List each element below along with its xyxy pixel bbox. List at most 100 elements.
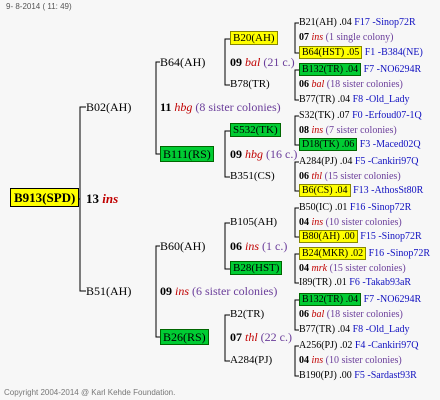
gen4-a-21: A256(PJ) .02 [299, 340, 353, 351]
gen4-b-3: F7 -NO6294R [363, 64, 422, 75]
gen4-sis-10: (15 sister colonies) [324, 171, 401, 182]
gen3-node-3[interactable]: B351(CS) [230, 170, 275, 183]
gen4-num-10: 06 [299, 171, 309, 182]
gen4-row-23[interactable]: B190(PJ) .00 F5 -Sardast93R [299, 370, 417, 382]
gen2-node-1[interactable]: B111(RS) [160, 146, 214, 162]
gen2-details-3: 07 thl (22 c.) [230, 330, 292, 344]
gen4-row-16: 04 mrk (15 sister colonies) [299, 263, 406, 275]
gen4-b-17: F6 -Takab93aR [349, 277, 412, 288]
gen4-b-21: F4 -Cankiri97Q [354, 340, 419, 351]
gen4-b-11: F13 -AthosSt80R [353, 185, 424, 196]
gen4-row-1: 07 ins (1 single colony) [299, 32, 393, 44]
gen4-row-18[interactable]: B132(TR) .04 F7 -NO6294R [299, 293, 422, 306]
gen4-a-12: B50(IC) .01 [299, 202, 348, 213]
gen4-ins-22: ins [311, 355, 324, 366]
gen4-row-0[interactable]: B21(AH) .04 F17 -Sinop72R [299, 17, 416, 29]
gen3-node-2[interactable]: S532(TK) [230, 123, 281, 137]
gen4-ins-13: ins [311, 217, 324, 228]
root-details: 13 ins [86, 191, 118, 207]
gen4-a-0: B21(AH) .04 [299, 17, 352, 28]
gen4-row-17[interactable]: I89(TR) .01 F6 -Takab93aR [299, 277, 411, 289]
gen2-node-2[interactable]: B60(AH) [160, 239, 205, 253]
gen2-sis-0: (21 c.) [263, 55, 295, 69]
gen4-row-7: 08 ins (7 sister colonies) [299, 125, 397, 137]
gen4-num-13: 04 [299, 217, 309, 228]
gen4-ins-19: bal [311, 309, 325, 320]
gen4-a-8: D18(TK) .06 [302, 139, 355, 150]
gen3-label-2: S532(TK) [230, 123, 281, 137]
gen2-ins-1: hbg [245, 147, 263, 161]
gen3-node-0[interactable]: B20(AH) [230, 31, 278, 45]
gen4-row-14[interactable]: B80(AH) .00 F15 -Sinop72R [299, 230, 422, 243]
gen4-a-17: I89(TR) .01 [299, 277, 347, 288]
gen4-b-12: F16 -Sinop72R [349, 202, 412, 213]
gen4-a-5: B77(TR) .04 [299, 94, 351, 105]
root-ins: ins [102, 191, 119, 206]
gen4-a-15: B24(MKR) .02 [302, 248, 364, 259]
gen4-row-21[interactable]: A256(PJ) .02 F4 -Cankiri97Q [299, 340, 418, 352]
gen2-num-0: 09 [230, 55, 242, 69]
gen4-row-12[interactable]: B50(IC) .01 F16 -Sinop72R [299, 202, 411, 214]
gen4-a-3: B132(TR) .04 [302, 64, 359, 75]
gen4-a-20: B77(TR) .04 [299, 324, 351, 335]
gen4-sis-19: (18 sister colonies) [326, 309, 403, 320]
gen4-row-13: 04 ins (10 sister colonies) [299, 217, 402, 229]
gen1-node-1[interactable]: B51(AH) [86, 284, 131, 298]
gen3-node-6[interactable]: B2(TR) [230, 308, 264, 321]
gen4-num-1: 07 [299, 32, 309, 43]
gen4-sis-7: (7 sister colonies) [325, 125, 397, 136]
gen4-a-11: B6(CS) .04 [302, 185, 348, 196]
gen1-sis-1: (6 sister colonies) [192, 284, 278, 298]
gen3-node-5[interactable]: B28(HST) [230, 261, 283, 275]
gen4-ins-16: mrk [311, 263, 328, 274]
gen4-ins-1: ins [311, 32, 324, 43]
gen2-node-3[interactable]: B26(RS) [160, 329, 209, 345]
gen2-node-0[interactable]: B64(AH) [160, 55, 205, 69]
gen2-ins-0: bal [245, 55, 261, 69]
gen4-a-14: B80(AH) .00 [302, 231, 355, 242]
gen4-a-9: A284(PJ) .04 [299, 156, 353, 167]
gen1-details-0: 11 hbg (8 sister colonies) [160, 100, 281, 114]
gen4-row-20[interactable]: B77(TR) .04 F8 -Old_Lady [299, 324, 410, 336]
gen2-ins-2: ins [245, 239, 260, 253]
gen4-num-16: 04 [299, 263, 309, 274]
gen4-num-22: 04 [299, 355, 309, 366]
gen4-b-2: F1 -B384(NE) [364, 47, 423, 58]
gen3-node-1[interactable]: B78(TR) [230, 78, 270, 91]
gen4-b-23: F5 -Sardast93R [354, 370, 417, 381]
timestamp-header: 9- 8-2014 ( 11: 49) [6, 2, 72, 11]
gen2-details-2: 06 ins (1 c.) [230, 239, 287, 253]
gen2-details-0: 09 bal (21 c.) [230, 55, 295, 69]
gen4-row-9[interactable]: A284(PJ) .04 F5 -Cankiri97Q [299, 156, 418, 168]
gen4-a-2: B64(HST) .05 [302, 47, 360, 58]
gen1-details-1: 09 ins (6 sister colonies) [160, 284, 277, 298]
gen4-row-3[interactable]: B132(TR) .04 F7 -NO6294R [299, 63, 422, 76]
gen4-b-18: F7 -NO6294R [363, 294, 422, 305]
gen4-sis-22: (10 sister colonies) [325, 355, 402, 366]
gen4-sis-4: (18 sister colonies) [326, 79, 403, 90]
gen4-row-6[interactable]: S32(TK) .07 F0 -Erfoud07-1Q [299, 110, 422, 122]
gen4-row-2[interactable]: B64(HST) .05 F1 -B384(NE) [299, 46, 423, 59]
gen2-sis-3: (22 c.) [260, 330, 292, 344]
gen4-row-5[interactable]: B77(TR) .04 F8 -Old_Lady [299, 94, 410, 106]
gen4-row-15[interactable]: B24(MKR) .02 F16 -Sinop72R [299, 247, 431, 260]
gen4-row-8[interactable]: D18(TK) .06 F3 -Maced02Q [299, 138, 421, 151]
gen2-label-3: B26(RS) [160, 329, 209, 345]
gen4-b-15: F16 -Sinop72R [368, 248, 431, 259]
gen4-row-11[interactable]: B6(CS) .04 F13 -AthosSt80R [299, 184, 424, 197]
gen4-num-19: 06 [299, 309, 309, 320]
gen4-b-9: F5 -Cankiri97Q [354, 156, 419, 167]
root-num: 13 [86, 191, 99, 206]
gen4-sis-13: (10 sister colonies) [325, 217, 402, 228]
gen2-num-3: 07 [230, 330, 242, 344]
root-node[interactable]: B913(SPD) [10, 188, 80, 207]
gen4-ins-4: bal [311, 79, 325, 90]
gen1-node-0[interactable]: B02(AH) [86, 100, 131, 114]
gen3-node-7[interactable]: A284(PJ) [230, 354, 272, 367]
gen4-row-4: 06 bal (18 sister colonies) [299, 79, 403, 91]
gen4-b-20: F8 -Old_Lady [352, 324, 410, 335]
gen4-b-5: F8 -Old_Lady [352, 94, 410, 105]
gen3-node-4[interactable]: B105(AH) [230, 216, 277, 229]
gen2-num-1: 09 [230, 147, 242, 161]
gen4-b-6: F0 -Erfoud07-1Q [352, 110, 422, 121]
